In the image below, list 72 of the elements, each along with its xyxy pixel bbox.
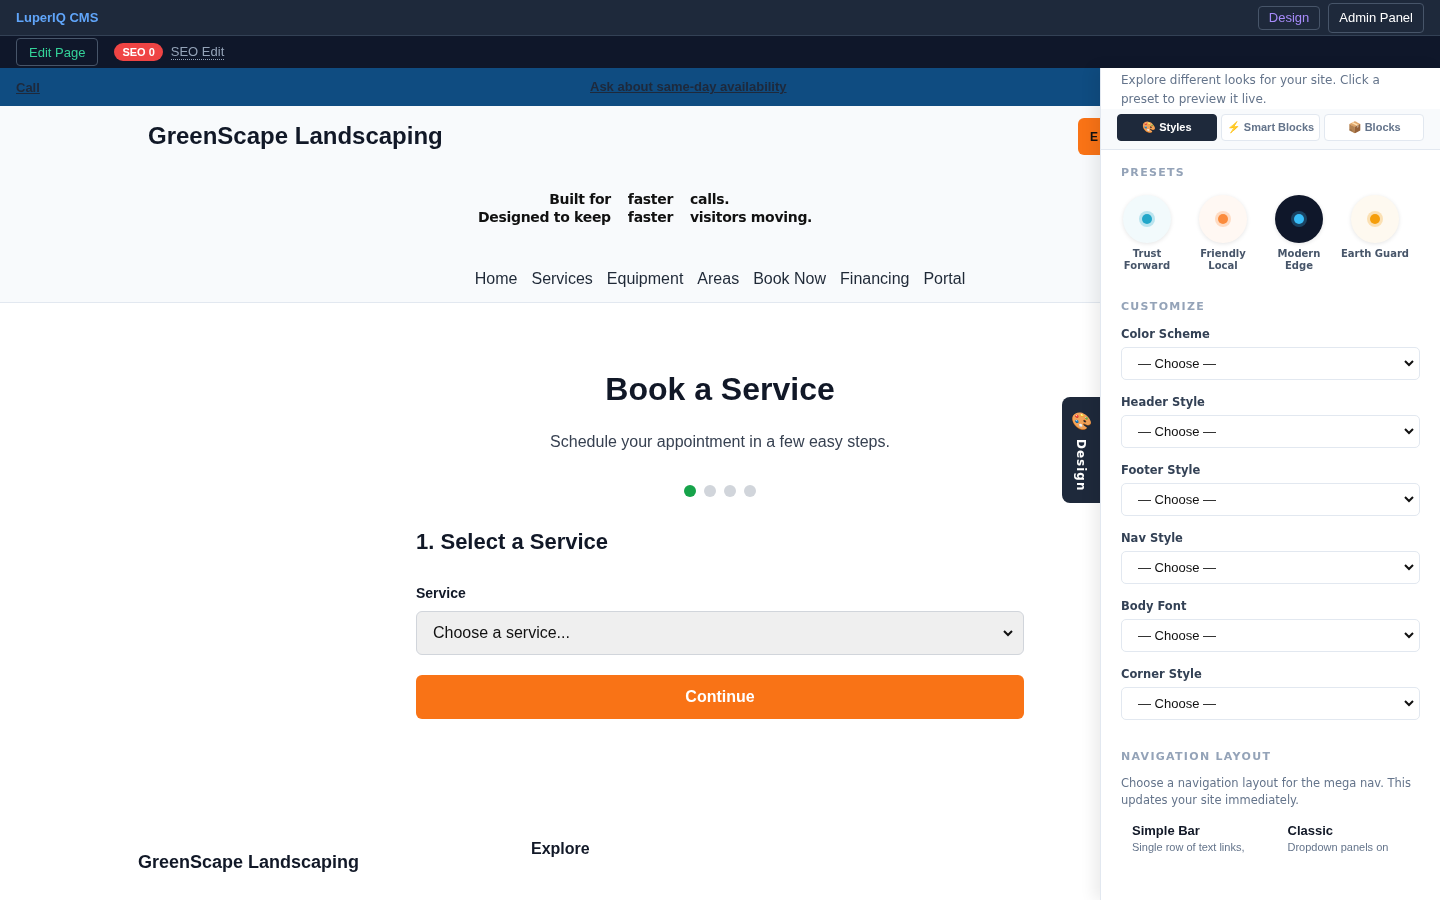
layout-option-description: Single row of text links, [1132, 841, 1246, 853]
preset-swatch[interactable] [1199, 195, 1247, 243]
service-select[interactable]: Choose a service... [416, 611, 1024, 655]
chevron-down-icon [1003, 629, 1013, 637]
layout-option-title[interactable]: Simple Bar [1132, 823, 1265, 838]
style-select[interactable]: — Choose — [1121, 483, 1420, 516]
palette-icon: 🎨 [1070, 411, 1092, 431]
design-button[interactable]: Design [1257, 5, 1321, 30]
chevron-down-icon [1404, 496, 1414, 503]
section-heading: NAVIGATION LAYOUT [1121, 750, 1273, 763]
layout-option-title[interactable]: Classic [1287, 823, 1420, 838]
panel-intro-text: Explore different looks for your site. Click a preset to preview it live. [1121, 72, 1381, 108]
field-label: Nav Style [1121, 531, 1184, 545]
preset-name: Modern Edge [1276, 248, 1322, 272]
tagline-text: faster [627, 190, 673, 208]
nav-link[interactable]: Home [474, 270, 518, 288]
nav-link[interactable]: Areas [697, 270, 740, 288]
app-logo-text: LuperIQ CMS [16, 10, 99, 25]
nav-link[interactable]: Financing [840, 270, 910, 288]
site-logo-text[interactable]: GreenScape Landscaping [148, 122, 443, 150]
nav-link[interactable]: Services [531, 270, 593, 288]
tab-icon: 📦 [1347, 121, 1362, 133]
panel-tab[interactable]: ⚡ Smart Blocks [1220, 114, 1321, 141]
section-heading: PRESETS [1121, 166, 1186, 179]
field-label: Service [416, 585, 467, 601]
preset-name: Friendly Local [1199, 248, 1247, 272]
nav-link[interactable]: Book Now [753, 270, 827, 288]
field-label: Color Scheme [1121, 327, 1211, 341]
tagline-text: Designed to keep [477, 208, 611, 226]
admin-panel-button[interactable]: Admin Panel [1328, 2, 1424, 33]
preset-name: Trust Forward [1122, 248, 1172, 272]
tab-icon: 🎨 [1142, 121, 1157, 133]
step-heading: 1. Select a Service [416, 529, 610, 555]
panel-tab[interactable]: 📦 Blocks [1324, 114, 1424, 141]
panel-tab[interactable]: 🎨 Styles [1117, 114, 1217, 141]
chevron-down-icon [1404, 700, 1414, 707]
seo-score-badge: SEO 0 [114, 43, 163, 61]
edit-page-button[interactable]: Edit Page [16, 38, 99, 66]
section-heading: CUSTOMIZE [1121, 300, 1206, 313]
page-subtitle: Schedule your appointment in a few easy steps. [550, 433, 890, 451]
field-label: Header Style [1121, 395, 1206, 409]
style-select[interactable]: — Choose — [1121, 347, 1420, 380]
style-select[interactable]: — Choose — [1121, 687, 1420, 720]
field-label: Footer Style [1121, 463, 1202, 477]
footer-logo-text: GreenScape Landscaping [138, 852, 360, 873]
tagline-text: visitors moving. [690, 208, 813, 226]
footer-heading: Explore [531, 840, 590, 858]
chevron-down-icon [1404, 632, 1414, 639]
tagline-text: Built for [549, 190, 611, 208]
tagline-text: calls. [690, 190, 730, 208]
design-side-tab[interactable]: 🎨 Design [1062, 397, 1100, 503]
field-label: Corner Style [1121, 667, 1203, 681]
nav-layout-description: Choose a navigation layout for the mega nav. This updates your site immediately. [1121, 775, 1413, 809]
nav-link[interactable]: Portal [923, 270, 966, 288]
preset-swatch[interactable] [1123, 195, 1171, 243]
style-select[interactable]: — Choose — [1121, 619, 1420, 652]
page-heading: Book a Service [605, 371, 835, 407]
preset-swatch[interactable] [1275, 195, 1323, 243]
nav-link[interactable]: Equipment [606, 270, 684, 288]
preset-name: Earth Guard [1340, 248, 1410, 260]
seo-edit-link[interactable]: SEO Edit [170, 44, 225, 60]
style-select[interactable]: — Choose — [1121, 551, 1420, 584]
chevron-down-icon [1404, 360, 1414, 367]
preset-swatch[interactable] [1351, 195, 1399, 243]
tagline-text: faster [627, 208, 673, 226]
field-label: Body Font [1121, 599, 1188, 613]
chevron-down-icon [1404, 564, 1414, 571]
header-cta-button[interactable]: E [1078, 118, 1100, 155]
tab-icon: ⚡ [1226, 121, 1241, 133]
chevron-down-icon [1404, 428, 1414, 435]
style-select[interactable]: — Choose — [1121, 415, 1420, 448]
layout-option-description: Dropdown panels on [1287, 841, 1390, 853]
